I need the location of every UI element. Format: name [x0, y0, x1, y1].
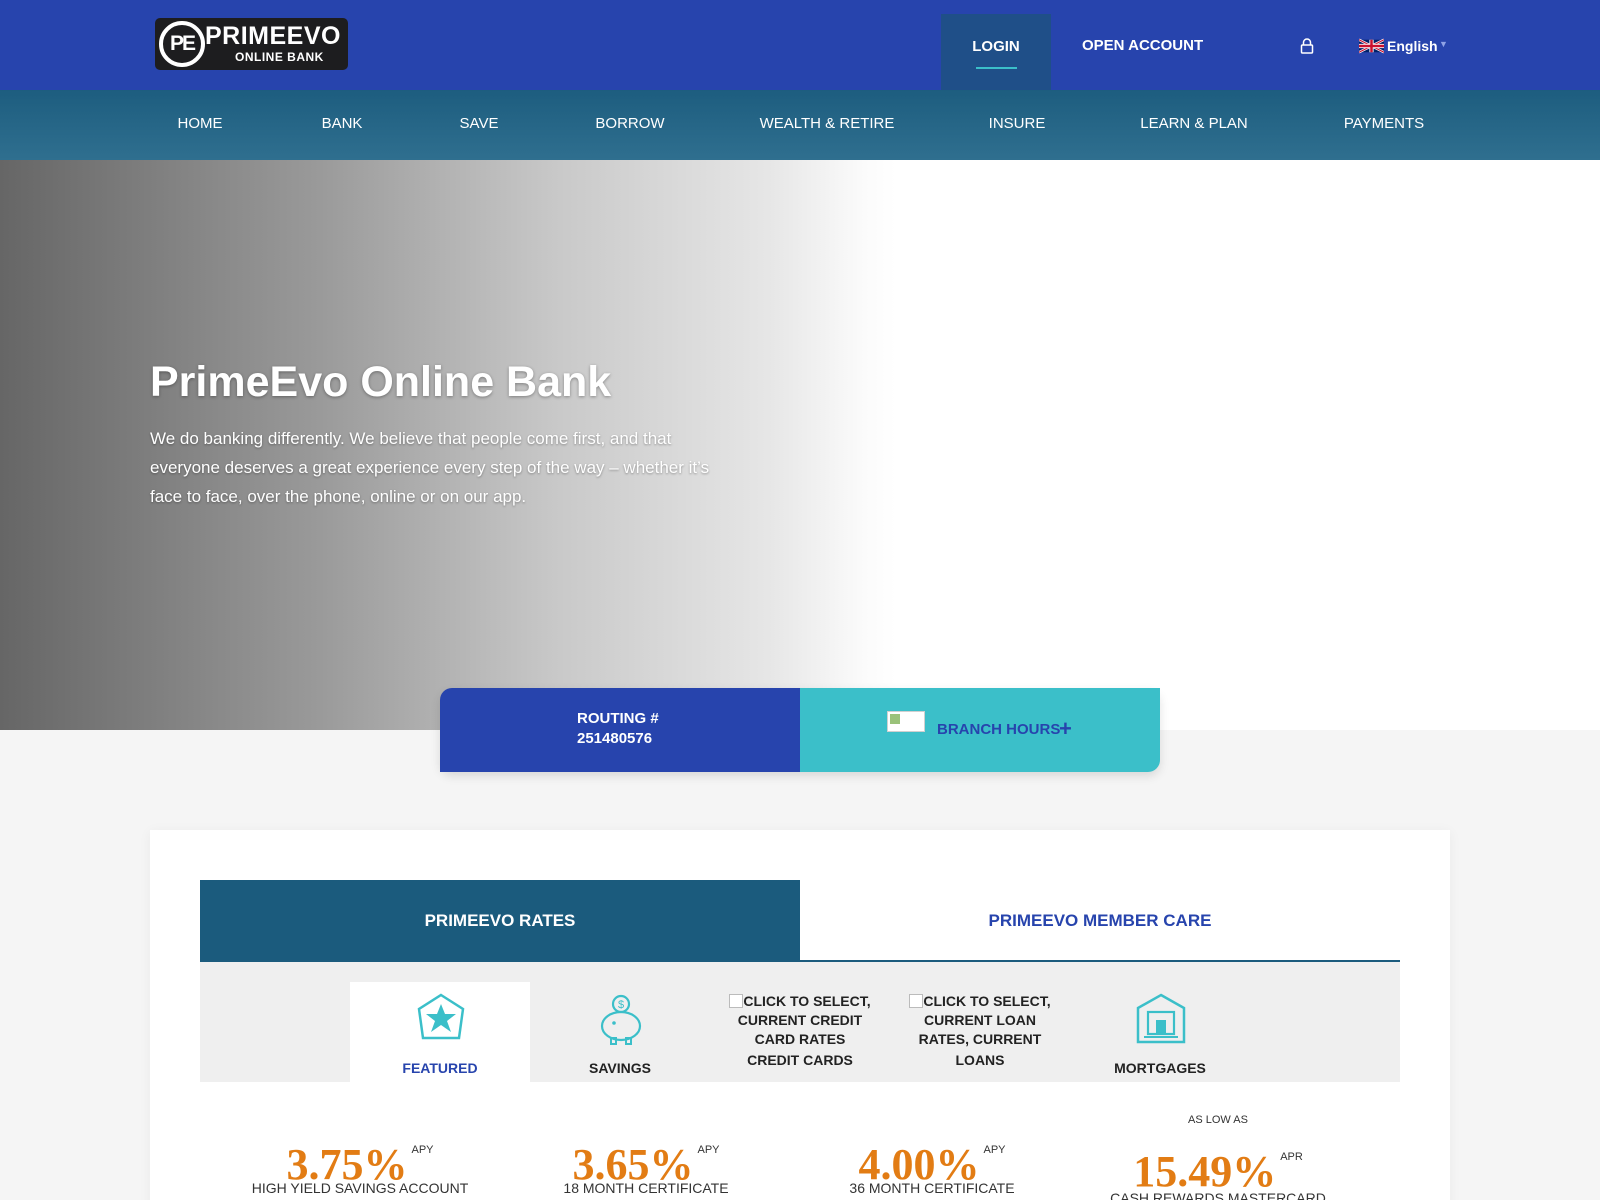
- rate-name: HIGH YIELD SAVINGS ACCOUNT: [251, 1180, 469, 1196]
- rates-card: PRIMEEVO RATES PRIMEEVO MEMBER CARE FEAT…: [150, 830, 1450, 1200]
- uk-flag-icon: [1359, 38, 1384, 54]
- category-savings[interactable]: $ SAVINGS: [530, 982, 710, 1082]
- routing-label: ROUTING #: [577, 710, 659, 727]
- rates-row: 3.75% APY HIGH YIELD SAVINGS ACCOUNT 3.65…: [200, 1114, 1400, 1200]
- image-alt-text: CLICK TO SELECT, CURRENT LOAN RATES, CUR…: [900, 992, 1060, 1070]
- category-label: LOANS: [955, 1052, 1005, 1068]
- category-loans[interactable]: CLICK TO SELECT, CURRENT LOAN RATES, CUR…: [890, 982, 1070, 1082]
- language-label: English: [1387, 38, 1438, 54]
- rate-unit: APR: [1280, 1151, 1303, 1163]
- top-bar: PE PRIMEEVO ONLINE BANK LOGIN OPEN ACCOU…: [0, 0, 1600, 90]
- image-alt-text: CLICK TO SELECT, CURRENT CREDIT CARD RAT…: [720, 992, 880, 1070]
- broken-image-icon: [887, 711, 925, 732]
- category-label: SAVINGS: [589, 1060, 651, 1076]
- category-bar: FEATURED $ SAVINGS CLICK TO SELECT, CURR…: [200, 962, 1400, 1082]
- login-label: LOGIN: [972, 38, 1020, 55]
- logo-subtitle: ONLINE BANK: [235, 50, 324, 64]
- category-featured[interactable]: FEATURED: [350, 982, 530, 1082]
- chevron-down-icon: ▼: [1439, 39, 1448, 49]
- open-account-link[interactable]: OPEN ACCOUNT: [1082, 37, 1203, 54]
- routing-panel: ROUTING # 251480576: [440, 688, 800, 772]
- logo-mark: PE: [159, 21, 205, 67]
- hero-text: We do banking differently. We believe th…: [150, 429, 710, 506]
- broken-image-icon: [909, 994, 924, 1008]
- category-credit-cards[interactable]: CLICK TO SELECT, CURRENT CREDIT CARD RAT…: [710, 982, 890, 1082]
- lock-icon[interactable]: [1300, 38, 1314, 54]
- rate-name: CASH REWARDS MASTERCARD: [1110, 1190, 1326, 1200]
- nav-item-home[interactable]: HOME: [178, 115, 223, 132]
- rate-value: 15.49% APR: [1133, 1147, 1303, 1196]
- svg-text:$: $: [618, 999, 624, 1011]
- image-alt-label: CLICK TO SELECT, CURRENT LOAN RATES, CUR…: [918, 993, 1051, 1047]
- hero-title: PrimeEvo Online Bank: [150, 358, 612, 406]
- tab-member-care-label: PRIMEEVO MEMBER CARE: [988, 911, 1212, 930]
- star-icon: [417, 993, 465, 1040]
- logo[interactable]: PE PRIMEEVO ONLINE BANK: [155, 18, 348, 70]
- login-button[interactable]: LOGIN: [941, 14, 1051, 90]
- routing-number: 251480576: [577, 730, 653, 747]
- rate-item[interactable]: 3.65% APY 18 MONTH CERTIFICATE: [506, 1120, 786, 1200]
- nav-item-bank[interactable]: BANK: [322, 115, 363, 132]
- rate-value: 4.00% APY: [858, 1140, 1006, 1189]
- house-icon: [1136, 993, 1186, 1044]
- nav-item-borrow[interactable]: BORROW: [595, 115, 664, 132]
- nav-item-insure[interactable]: INSURE: [989, 115, 1046, 132]
- tab-rates[interactable]: PRIMEEVO RATES: [200, 880, 800, 962]
- tab-rates-label: PRIMEEVO RATES: [424, 911, 576, 930]
- branch-hours-button[interactable]: BRANCH HOURS +: [800, 688, 1160, 772]
- tab-member-care[interactable]: PRIMEEVO MEMBER CARE: [800, 880, 1400, 962]
- rate-item[interactable]: 3.75% APY HIGH YIELD SAVINGS ACCOUNT: [220, 1120, 500, 1200]
- rate-value: 3.65% APY: [572, 1140, 720, 1189]
- image-alt-label: CLICK TO SELECT, CURRENT CREDIT CARD RAT…: [737, 993, 871, 1047]
- rate-unit: APY: [697, 1144, 720, 1156]
- logo-name: PRIMEEVO: [205, 22, 341, 50]
- nav-item-learn-plan[interactable]: LEARN & PLAN: [1140, 115, 1248, 132]
- rate-prefix: AS LOW AS: [1188, 1114, 1248, 1126]
- rate-value: 3.75% APY: [286, 1140, 434, 1189]
- login-underline: [976, 67, 1017, 69]
- hero-banner: PrimeEvo Online Bank We do banking diffe…: [0, 160, 1600, 730]
- main-nav: HOME BANK SAVE BORROW WEALTH & RETIRE IN…: [0, 90, 1600, 160]
- category-mortgages[interactable]: MORTGAGES: [1070, 982, 1250, 1082]
- nav-item-save[interactable]: SAVE: [460, 115, 499, 132]
- nav-item-wealth-retire[interactable]: WEALTH & RETIRE: [760, 115, 895, 132]
- broken-image-icon: [729, 994, 744, 1008]
- rate-name: 18 MONTH CERTIFICATE: [563, 1180, 729, 1196]
- piggy-bank-icon: $: [600, 994, 642, 1045]
- category-label: MORTGAGES: [1114, 1060, 1206, 1076]
- category-label: FEATURED: [402, 1060, 478, 1076]
- branch-hours-label: BRANCH HOURS: [937, 721, 1061, 738]
- rate-item[interactable]: 4.00% APY 36 MONTH CERTIFICATE: [792, 1120, 1072, 1200]
- plus-icon: +: [1059, 716, 1072, 741]
- rate-unit: APY: [983, 1144, 1006, 1156]
- category-label: CREDIT CARDS: [747, 1052, 853, 1068]
- nav-item-payments[interactable]: PAYMENTS: [1344, 115, 1424, 132]
- info-bar: ROUTING # 251480576 BRANCH HOURS +: [440, 688, 1160, 772]
- rate-unit: APY: [411, 1144, 434, 1156]
- rate-item[interactable]: AS LOW AS 15.49% APR CASH REWARDS MASTERC…: [1078, 1114, 1358, 1200]
- rate-name: 36 MONTH CERTIFICATE: [849, 1180, 1015, 1196]
